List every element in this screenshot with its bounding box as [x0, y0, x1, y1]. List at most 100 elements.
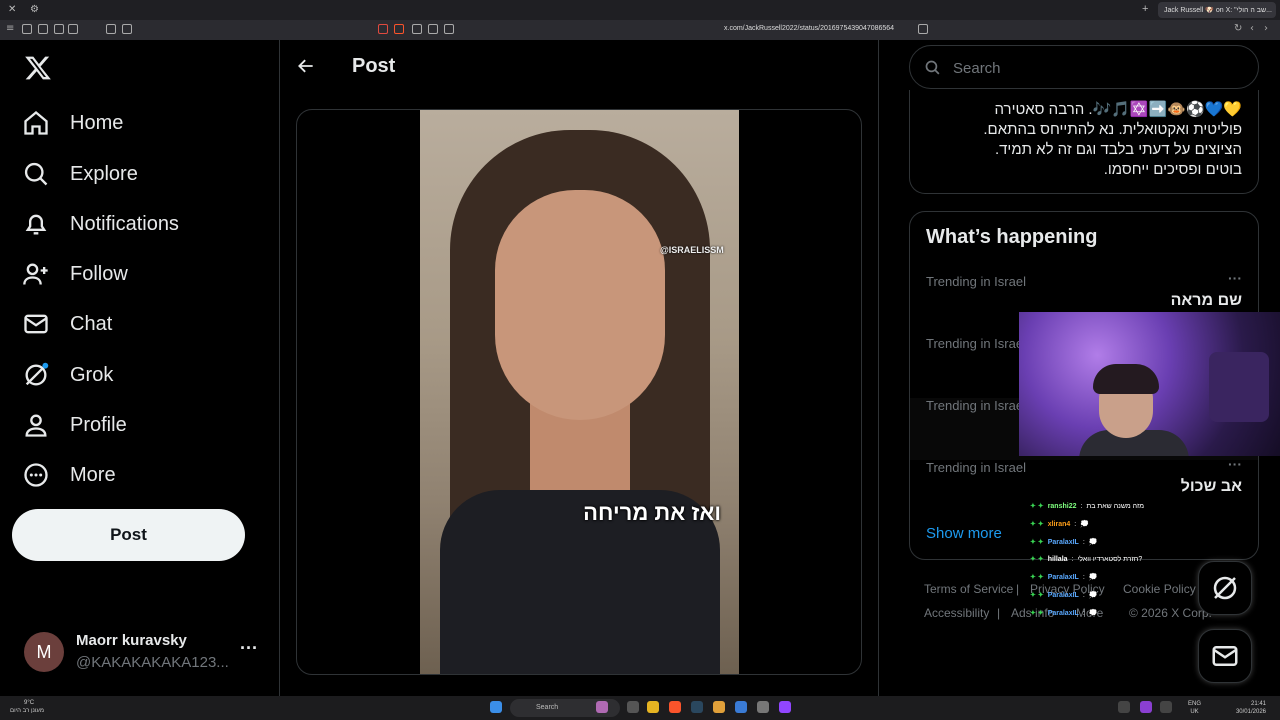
window-settings-icon[interactable]: ⚙ — [30, 4, 39, 15]
sidebar-item-notifications[interactable]: Notifications — [22, 202, 179, 246]
sidebar-item-more[interactable]: More — [22, 453, 116, 497]
chat-message: ✦ ✦ hillala: חזרת לסטארדיו וואלי? — [1030, 551, 1210, 569]
video-player[interactable]: @ISRAELISSM ואז את מריחה — [420, 110, 739, 674]
chat-message: ✦ ✦ ParalaxIL: 💭 — [1030, 587, 1210, 605]
task-view-icon[interactable] — [627, 701, 639, 713]
chat-colon: : — [1080, 503, 1083, 510]
sidebar-item-home[interactable]: Home — [22, 101, 123, 145]
chat-text: 💭 — [1088, 591, 1098, 599]
sidebar-item-label: Explore — [70, 162, 138, 185]
toolbar-icon[interactable] — [412, 24, 422, 34]
account-handle: @KAKAKAKAKA123... — [76, 654, 229, 671]
sidebar-item-chat[interactable]: Chat — [22, 302, 112, 346]
language-indicator[interactable]: ENG UK — [1188, 700, 1201, 716]
chat-badge-icon: ✦ ✦ — [1030, 574, 1044, 582]
grok-button[interactable] — [1198, 561, 1252, 615]
footer-link-terms[interactable]: Terms of Service — [924, 582, 1013, 596]
chat-username: xliran4 — [1047, 520, 1071, 528]
chat-username: ParalaxIL — [1047, 538, 1079, 546]
trend-context: Trending in Israel — [926, 460, 1026, 475]
sidebar-item-grok[interactable]: Grok — [22, 353, 113, 397]
chat-badge-icon: ✦ ✦ — [1030, 556, 1044, 564]
chat-username: ranshi22 — [1047, 503, 1077, 510]
toolbar-icon[interactable] — [22, 24, 32, 34]
address-bar[interactable]: x.com/JackRussell2022/status/20169754390… — [724, 25, 894, 32]
post-button[interactable]: Post — [12, 509, 245, 561]
account-switcher[interactable]: M Maorr kuravsky @KAKAKAKAKA123... ··· — [24, 630, 264, 674]
weather-desc: מעונן רב היום — [10, 708, 44, 714]
toolbar-icon[interactable] — [68, 24, 78, 34]
home-icon — [24, 110, 48, 135]
more-circle-icon — [24, 463, 48, 487]
app-icon[interactable] — [713, 701, 725, 713]
tab-title: Jack Russell 🐶 on X: "שב ה הולי... — [1164, 7, 1272, 14]
steam-icon[interactable] — [691, 701, 703, 713]
back-nav-icon[interactable]: ‹ — [1250, 23, 1254, 34]
chat-colon: : — [1082, 609, 1085, 617]
bookmark-icon[interactable] — [918, 24, 928, 34]
chat-badge-icon: ✦ ✦ — [1030, 609, 1044, 617]
grok-icon — [25, 362, 49, 386]
toolbar-icon[interactable] — [54, 24, 64, 34]
chat-colon: : — [1071, 556, 1074, 564]
more-dots-icon[interactable]: ··· — [1228, 270, 1242, 286]
browser-tab[interactable]: Jack Russell 🐶 on X: "שב ה הולי... — [1158, 2, 1276, 18]
toolbar-icon[interactable] — [38, 24, 48, 34]
toolbar-icon[interactable] — [106, 24, 116, 34]
back-arrow-icon[interactable] — [296, 56, 316, 76]
sidebar-item-follow[interactable]: Follow — [22, 252, 128, 296]
reload-icon[interactable]: ↻ — [1234, 23, 1242, 34]
footer-link-accessibility[interactable]: Accessibility — [924, 606, 989, 620]
post-media[interactable]: @ISRAELISSM ואז את מריחה — [296, 109, 862, 675]
chat-username: hillala — [1047, 556, 1068, 564]
tray-icon[interactable] — [1118, 701, 1130, 713]
video-frame-shape — [495, 190, 665, 420]
sidebar-item-label: Notifications — [70, 212, 179, 235]
chat-username: ParalaxIL — [1047, 574, 1079, 582]
file-explorer-icon[interactable] — [647, 701, 659, 713]
weather-widget[interactable]: 9°C מעונן רב היום — [10, 699, 44, 715]
tray-icon[interactable] — [1160, 701, 1172, 713]
start-icon[interactable] — [490, 701, 502, 713]
search-input[interactable]: Search — [909, 45, 1259, 89]
settings-icon[interactable] — [757, 701, 769, 713]
forward-nav-icon[interactable]: › — [1264, 23, 1268, 34]
bio-line: פוליטית ואקטואלית. נא להתייחס בהתאם. — [983, 121, 1242, 138]
more-dots-icon[interactable]: ··· — [240, 638, 258, 659]
sidebar-item-label: Profile — [70, 413, 127, 436]
app-icon[interactable] — [779, 701, 791, 713]
messages-button[interactable] — [1198, 629, 1252, 683]
more-dots-icon[interactable]: ··· — [1228, 456, 1242, 472]
taskbar-search-label: Search — [536, 704, 559, 711]
show-more-link[interactable]: Show more — [926, 525, 1002, 542]
chat-message: ✦ ✦ xliran4: 💭 — [1030, 516, 1210, 534]
chat-text: 💭 — [1088, 609, 1098, 617]
toolbar-icon[interactable] — [428, 24, 438, 34]
sidebar-item-profile[interactable]: Profile — [22, 403, 127, 447]
taskbar-clock[interactable]: 21:41 30/01/2026 — [1236, 700, 1266, 716]
search-highlight-icon — [596, 701, 608, 713]
x-logo-icon[interactable] — [24, 54, 52, 82]
menu-icon[interactable]: ≡ — [6, 23, 14, 34]
tray-icon[interactable] — [1140, 701, 1152, 713]
bell-icon — [25, 214, 47, 235]
close-window-icon[interactable]: ✕ — [8, 4, 16, 15]
footer-separator: | — [1016, 582, 1020, 596]
clock-date: 30/01/2026 — [1235, 709, 1266, 715]
chat-badge-icon: ✦ ✦ — [1030, 538, 1044, 546]
toolbar-icon[interactable] — [444, 24, 454, 34]
new-tab-icon[interactable]: + — [1142, 3, 1148, 15]
chat-text: 💭 — [1088, 574, 1098, 582]
brave-shield-icon[interactable] — [394, 24, 404, 34]
brave-icon[interactable] — [669, 701, 681, 713]
toolbar-icon[interactable] — [122, 24, 132, 34]
search-placeholder: Search — [953, 60, 1001, 77]
app-icon[interactable] — [735, 701, 747, 713]
page-title: Post — [352, 55, 396, 77]
sidebar-item-explore[interactable]: Explore — [22, 152, 138, 196]
avatar: M — [24, 632, 64, 672]
bio-line: הציוצים על דעתי בלבד וגם זה לא תמיד. — [994, 141, 1242, 158]
brave-rewards-icon[interactable] — [378, 24, 388, 34]
chat-message: ✦ ✦ ParalaxIL: 💭 — [1030, 605, 1210, 623]
chat-colon: : — [1082, 591, 1085, 599]
